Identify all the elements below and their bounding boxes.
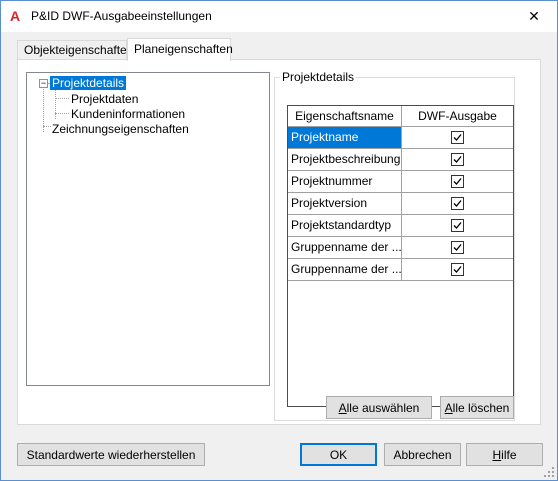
projektdetails-group: Projektdetails Eigenschaftsname DWF-Ausg… (274, 70, 515, 421)
title-bar[interactable]: A P&ID DWF-Ausgabeeinstellungen ✕ (1, 1, 557, 32)
tree-node-label: Kundeninformationen (71, 107, 186, 121)
button-label: Standardwerte wiederherstellen (26, 447, 196, 462)
resize-grip-icon[interactable] (544, 467, 554, 477)
dwf-output-checkbox[interactable] (451, 131, 464, 144)
restore-defaults-button[interactable]: Standardwerte wiederherstellen (17, 443, 205, 466)
tab-label: Planeigenschaften (134, 42, 233, 56)
dwf-output-checkbox[interactable] (451, 175, 464, 188)
table-row[interactable]: Projektstandardtyp (288, 215, 513, 237)
tab-label: Objekteigenschaften (24, 43, 134, 57)
tab-panel: − Projektdetails Projektdaten Kundeninfo… (17, 59, 541, 425)
mnemonic-letter: H (492, 447, 502, 462)
group-label: Projektdetails (280, 70, 357, 84)
tree-node-kundeninformationen[interactable]: Kundeninformationen (71, 106, 185, 122)
tree-connector-line (55, 98, 69, 99)
checkmark-icon (453, 200, 462, 207)
mnemonic-letter: A (338, 400, 347, 415)
table-row[interactable]: Projektname (288, 127, 513, 149)
dwf-output-cell (401, 259, 513, 280)
clear-all-button[interactable]: Alle löschen (440, 396, 514, 419)
select-all-button[interactable]: Alle auswählen (326, 396, 432, 419)
table-row[interactable]: Projektbeschreibung (288, 149, 513, 171)
tree-node-label: Projektdetails (50, 76, 127, 90)
dwf-output-checkbox[interactable] (451, 219, 464, 232)
button-label: ilfe (501, 447, 517, 462)
tree-node-projektdaten[interactable]: Projektdaten (71, 91, 138, 107)
button-label: lle löschen (452, 400, 510, 415)
tree-view[interactable]: − Projektdetails Projektdaten Kundeninfo… (26, 72, 270, 386)
checkmark-icon (453, 134, 462, 141)
cancel-button[interactable]: Abbrechen (384, 443, 461, 466)
table-row[interactable]: Projektversion (288, 193, 513, 215)
help-button[interactable]: Hilfe (466, 443, 543, 466)
tree-node-projektdetails[interactable]: Projektdetails (50, 75, 127, 91)
tab-objekteigenschaften[interactable]: Objekteigenschaften (17, 40, 133, 60)
dwf-output-cell (401, 171, 513, 192)
tree-connector-line (55, 113, 69, 114)
dwf-output-cell (401, 215, 513, 236)
table-row[interactable]: Projektnummer (288, 171, 513, 193)
dwf-output-checkbox[interactable] (451, 263, 464, 276)
close-button[interactable]: ✕ (511, 1, 557, 32)
checkmark-icon (453, 222, 462, 229)
dwf-output-cell (401, 149, 513, 170)
autocad-app-icon: A (10, 8, 21, 24)
property-name-cell[interactable]: Gruppenname der ... (288, 259, 401, 280)
property-name-cell[interactable]: Projektname (288, 127, 401, 148)
property-name-cell[interactable]: Projektbeschreibung (288, 149, 401, 170)
tree-node-zeichnungseigenschaften[interactable]: Zeichnungseigenschaften (52, 121, 189, 137)
table-row[interactable]: Gruppenname der ... (288, 259, 513, 281)
collapse-toggle-icon[interactable]: − (39, 79, 48, 88)
button-label: lle auswählen (346, 400, 420, 415)
button-label: Abbrechen (393, 447, 452, 462)
tree-connector-line (43, 126, 51, 127)
button-label: OK (329, 447, 348, 462)
dwf-output-cell (401, 237, 513, 258)
column-header-eigenschaftsname[interactable]: Eigenschaftsname (288, 106, 401, 126)
ok-button[interactable]: OK (300, 443, 377, 466)
property-grid: Eigenschaftsname DWF-Ausgabe Projektname… (287, 105, 514, 407)
tree-node-label: Zeichnungseigenschaften (52, 122, 189, 136)
dwf-output-checkbox[interactable] (451, 197, 464, 210)
tree-node-label: Projektdaten (71, 92, 139, 106)
checkmark-icon (453, 178, 462, 185)
property-name-cell[interactable]: Projektversion (288, 193, 401, 214)
tree-connector-line (55, 88, 56, 119)
property-name-cell[interactable]: Gruppenname der ... (288, 237, 401, 258)
tab-planeigenschaften[interactable]: Planeigenschaften (127, 38, 233, 61)
dialog-window: A P&ID DWF-Ausgabeeinstellungen ✕ Objekt… (0, 0, 558, 481)
mnemonic-letter: A (444, 400, 453, 415)
window-title: P&ID DWF-Ausgabeeinstellungen (31, 9, 212, 23)
dwf-output-checkbox[interactable] (451, 153, 464, 166)
property-name-cell[interactable]: Projektstandardtyp (288, 215, 401, 236)
checkmark-icon (453, 244, 462, 251)
dwf-output-cell (401, 127, 513, 148)
tree-connector-line (43, 84, 44, 132)
checkmark-icon (453, 266, 462, 273)
column-header-dwf-ausgabe[interactable]: DWF-Ausgabe (401, 106, 513, 126)
dwf-output-cell (401, 193, 513, 214)
grid-header: Eigenschaftsname DWF-Ausgabe (288, 106, 513, 127)
close-icon: ✕ (528, 8, 540, 24)
table-row[interactable]: Gruppenname der ... (288, 237, 513, 259)
property-name-cell[interactable]: Projektnummer (288, 171, 401, 192)
checkmark-icon (453, 156, 462, 163)
dwf-output-checkbox[interactable] (451, 241, 464, 254)
